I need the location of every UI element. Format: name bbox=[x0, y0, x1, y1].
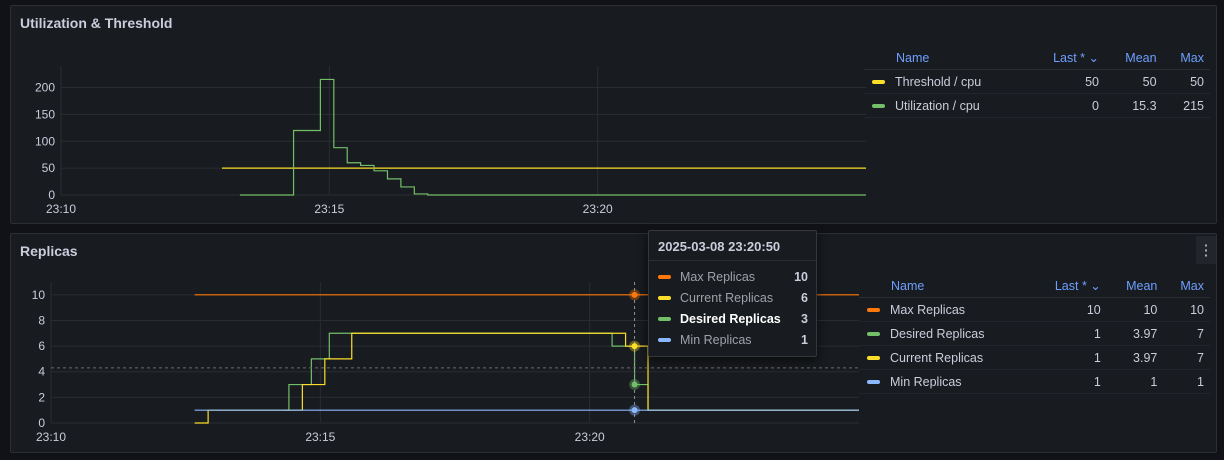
tooltip-label: Desired Replicas bbox=[680, 311, 781, 326]
tooltip-swatch bbox=[658, 337, 671, 342]
tooltip-time: 2025-03-08 23:20:50 bbox=[649, 231, 816, 261]
tooltip-value: 3 bbox=[801, 311, 808, 326]
y-tick-label: 0 bbox=[38, 416, 45, 430]
tooltip-value: 6 bbox=[801, 290, 808, 305]
x-tick-label: 23:10 bbox=[36, 430, 66, 444]
y-tick-label: 8 bbox=[38, 313, 45, 327]
y-tick-label: 10 bbox=[32, 288, 46, 302]
hover-tooltip: 2025-03-08 23:20:50 Max Replicas 10 Curren… bbox=[648, 230, 817, 357]
hover-point bbox=[631, 343, 638, 350]
tooltip-value: 1 bbox=[801, 332, 808, 347]
tooltip-row: Max Replicas 10 bbox=[649, 266, 816, 287]
hover-point bbox=[631, 291, 638, 298]
tooltip-label: Max Replicas bbox=[680, 269, 756, 284]
tooltip-label: Current Replicas bbox=[680, 290, 774, 305]
x-tick-label: 23:15 bbox=[305, 430, 335, 444]
replicas-chart[interactable]: 0 2 4 6 8 10 23:10 23:15 23:20 bbox=[0, 0, 1224, 460]
tooltip-swatch bbox=[658, 316, 671, 321]
tooltip-row: Desired Replicas 3 bbox=[649, 308, 816, 329]
x-tick-label: 23:20 bbox=[575, 430, 605, 444]
tooltip-row: Min Replicas 1 bbox=[649, 329, 816, 350]
tooltip-row: Current Replicas 6 bbox=[649, 287, 816, 308]
y-tick-label: 6 bbox=[38, 339, 45, 353]
hover-point bbox=[631, 381, 638, 388]
tooltip-value: 10 bbox=[794, 269, 808, 284]
tooltip-swatch bbox=[658, 295, 671, 300]
hover-point bbox=[631, 407, 638, 414]
y-tick-label: 2 bbox=[38, 390, 45, 404]
tooltip-body: Max Replicas 10 Current Replicas 6 Desired R… bbox=[649, 261, 816, 350]
tooltip-swatch bbox=[658, 274, 671, 279]
tooltip-label: Min Replicas bbox=[680, 332, 752, 347]
y-tick-label: 4 bbox=[38, 365, 45, 379]
